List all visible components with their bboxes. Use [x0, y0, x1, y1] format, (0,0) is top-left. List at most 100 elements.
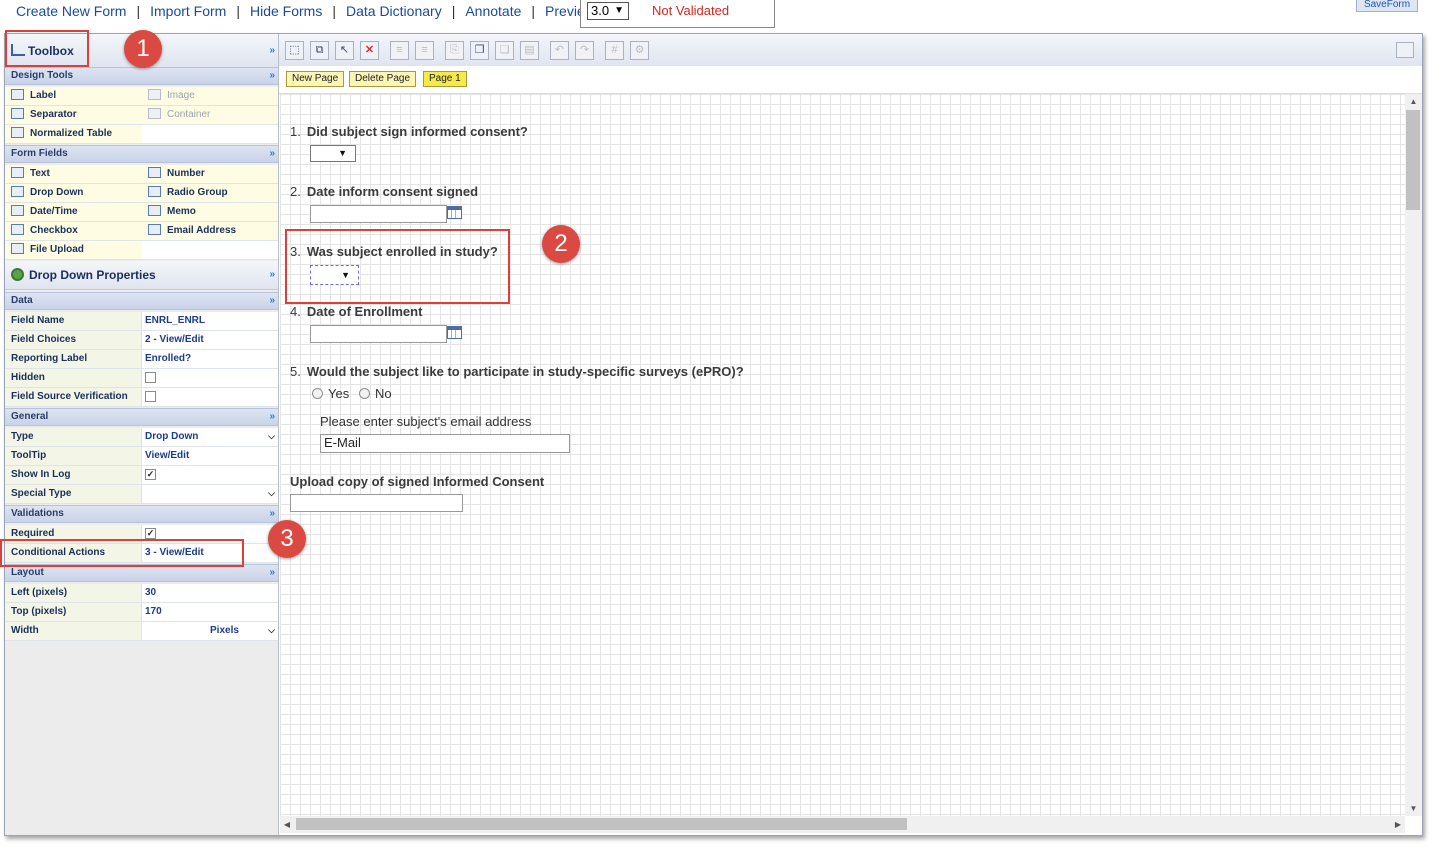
width-unit-select[interactable]: Pixels	[210, 622, 239, 640]
reporting-label-input[interactable]: Enrolled?	[142, 350, 278, 368]
tool-memo[interactable]: Memo	[142, 203, 278, 221]
scroll-up-icon[interactable]: ▲	[1405, 97, 1422, 106]
field-choices-link[interactable]: 2 - View/Edit	[142, 331, 278, 349]
tool-image[interactable]: Image	[142, 87, 278, 105]
tool-container[interactable]: Container	[142, 106, 278, 124]
scroll-left-icon[interactable]: ◀	[280, 820, 294, 829]
consent-date-input[interactable]	[310, 205, 447, 223]
paste-icon[interactable]: ⎘	[445, 41, 464, 60]
field-source-verification-checkbox[interactable]	[145, 391, 156, 402]
maximize-icon[interactable]	[1396, 42, 1414, 58]
radio-button[interactable]	[359, 388, 370, 399]
upload-label: Upload copy of signed Informed Consent	[290, 474, 545, 489]
align-left-icon[interactable]: ≡	[390, 41, 409, 60]
horizontal-scrollbar[interactable]: ◀ ▶	[280, 816, 1405, 833]
collapse-icon[interactable]: »	[269, 68, 275, 84]
delete-icon[interactable]: ✕	[360, 41, 379, 60]
tool-date-time[interactable]: Date/Time	[5, 203, 142, 221]
email-input[interactable]: E-Mail	[320, 434, 570, 453]
collapse-icon[interactable]: »	[269, 146, 275, 162]
tool-checkbox[interactable]: Checkbox	[5, 222, 142, 240]
nav-separator: |	[136, 3, 141, 19]
collapse-icon[interactable]: »	[269, 409, 275, 425]
top-pixels-input[interactable]: 170	[142, 603, 278, 621]
new-page-button[interactable]: New Page	[286, 71, 345, 87]
data-section-header[interactable]: Data »	[5, 292, 278, 310]
question-5: 5. Would the subject like to participate …	[290, 364, 744, 379]
copy-layout-icon[interactable]: ⧉	[310, 41, 329, 60]
radio-label: No	[375, 386, 392, 401]
collapse-icon[interactable]: »	[269, 293, 275, 309]
align-right-icon[interactable]: ≡	[415, 41, 434, 60]
tool-label[interactable]: Label	[5, 87, 142, 105]
radio-yes[interactable]: Yes	[312, 386, 349, 401]
tool-name: File Upload	[30, 244, 84, 255]
left-pixels-input[interactable]: 30	[142, 584, 278, 602]
consent-dropdown[interactable]: ▼	[310, 145, 356, 162]
property-label: Field Name	[5, 312, 142, 330]
width-input[interactable]: Pixels ⌵	[142, 622, 278, 640]
required-checkbox[interactable]: ✓	[145, 528, 156, 539]
file-upload-input[interactable]	[290, 494, 463, 512]
type-select[interactable]: Drop Down ⌵	[142, 428, 278, 446]
tool-drop-down[interactable]: Drop Down	[5, 184, 142, 202]
vertical-scrollbar[interactable]: ▲ ▼	[1405, 94, 1422, 816]
tool-normalized-table[interactable]: Normalized Table	[5, 125, 142, 143]
undo-icon[interactable]: ↶	[550, 41, 569, 60]
show-in-log-checkbox[interactable]: ✓	[145, 469, 156, 480]
properties-header[interactable]: Drop Down Properties »	[5, 261, 278, 290]
question-4: 4. Date of Enrollment	[290, 304, 422, 319]
tool-name: Drop Down	[30, 187, 84, 198]
horizontal-scroll-thumb[interactable]	[296, 818, 907, 830]
property-row: Field Source Verification	[5, 388, 278, 407]
tool-number[interactable]: Number	[142, 165, 278, 183]
calendar-icon[interactable]	[447, 326, 462, 339]
tool-email-address[interactable]: Email Address	[142, 222, 278, 240]
data-dictionary-link[interactable]: Data Dictionary	[346, 3, 442, 19]
enrollment-date-input[interactable]	[310, 325, 447, 343]
collapse-icon[interactable]: »	[269, 267, 275, 283]
hide-forms-link[interactable]: Hide Forms	[250, 3, 322, 19]
tool-row: Normalized Table	[5, 125, 278, 144]
form-canvas[interactable]: 1. Did subject sign informed consent? ▼ 2…	[280, 94, 1405, 816]
scroll-right-icon[interactable]: ▶	[1391, 820, 1405, 829]
import-form-link[interactable]: Import Form	[150, 3, 226, 19]
duplicate-icon[interactable]: ❏	[495, 41, 514, 60]
form-fields-header[interactable]: Form Fields »	[5, 145, 278, 163]
radio-no[interactable]: No	[359, 386, 392, 401]
collapse-icon[interactable]: »	[269, 506, 275, 522]
calendar-icon[interactable]	[447, 206, 462, 219]
tab-page-1[interactable]: Page 1	[423, 71, 467, 87]
design-tools-header[interactable]: Design Tools »	[5, 67, 278, 85]
scroll-down-icon[interactable]: ▼	[1405, 804, 1422, 813]
radio-button[interactable]	[312, 388, 323, 399]
pointer-icon[interactable]: ↖	[335, 41, 354, 60]
collapse-icon[interactable]: »	[269, 565, 275, 581]
save-form-button[interactable]: SaveForm	[1356, 0, 1418, 12]
settings-icon[interactable]: ⚙	[630, 41, 649, 60]
tool-separator[interactable]: Separator	[5, 106, 142, 124]
grid-icon[interactable]: #	[605, 41, 624, 60]
tool-file-upload[interactable]: File Upload	[5, 241, 142, 259]
collapse-icon[interactable]: »	[269, 43, 275, 59]
special-type-select[interactable]: ⌵	[142, 485, 278, 503]
general-section-header[interactable]: General »	[5, 408, 278, 426]
tooltip-link[interactable]: View/Edit	[142, 447, 278, 465]
designer-toolbar: ⬚ ⧉ ↖ ✕ ≡ ≡ ⎘ ❐ ❏ ▤ ↶ ↷ # ⚙	[279, 34, 1422, 67]
create-new-form-link[interactable]: Create New Form	[16, 3, 126, 19]
property-row: Reporting Label Enrolled?	[5, 350, 278, 369]
delete-page-button[interactable]: Delete Page	[349, 71, 417, 87]
copy-icon[interactable]: ❐	[470, 41, 489, 60]
tool-radio-group[interactable]: Radio Group	[142, 184, 278, 202]
vertical-scroll-thumb[interactable]	[1406, 110, 1420, 210]
redo-icon[interactable]: ↷	[575, 41, 594, 60]
validations-section-header[interactable]: Validations »	[5, 505, 278, 523]
open-folder-icon[interactable]: ▤	[520, 41, 539, 60]
annotate-link[interactable]: Annotate	[465, 3, 521, 19]
version-select[interactable]: 3.0 ▼	[587, 2, 629, 20]
select-all-icon[interactable]: ⬚	[285, 41, 304, 60]
tool-name: Date/Time	[30, 206, 78, 217]
hidden-checkbox[interactable]	[145, 372, 156, 383]
tool-text[interactable]: Text	[5, 165, 142, 183]
field-name-input[interactable]: ENRL_ENRL	[142, 312, 278, 330]
